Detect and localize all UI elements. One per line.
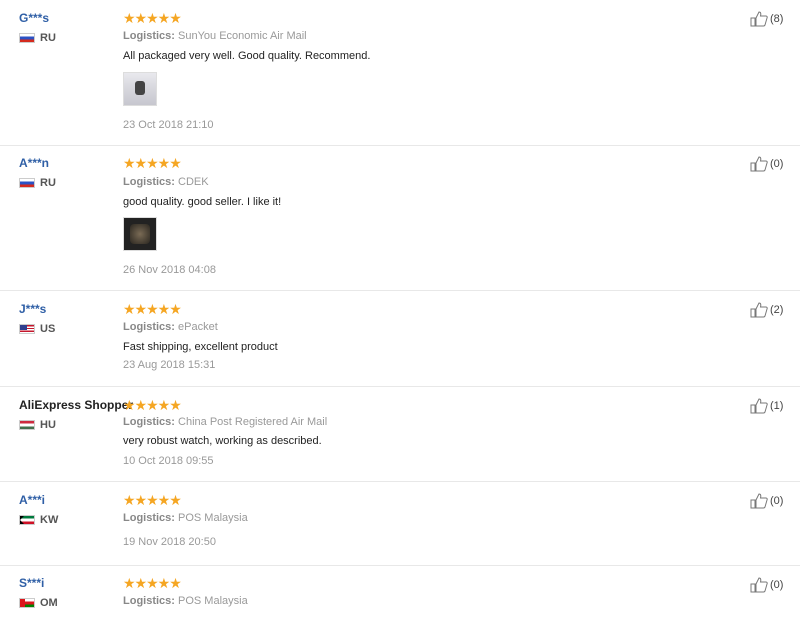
logistics-label: Logistics: <box>123 176 175 188</box>
thumbs-up-icon <box>750 577 768 593</box>
reviewer-country: HU <box>19 419 56 431</box>
reviewer-name[interactable]: G***s <box>19 11 49 25</box>
logistics-value: POS Malaysia <box>178 595 248 607</box>
rating-stars: ★★★★★ <box>123 397 182 413</box>
review-item: A***n RU ★★★★★ Logistics: CDEK good qual… <box>0 145 800 291</box>
review-date: 23 Aug 2018 15:31 <box>123 359 216 371</box>
logistics-label: Logistics: <box>123 416 175 428</box>
review-text: All packaged very well. Good quality. Re… <box>123 50 371 62</box>
review-date: 26 Nov 2018 04:08 <box>123 264 216 276</box>
reviewer-country: RU <box>19 177 56 189</box>
logistics-info: Logistics: SunYou Economic Air Mail <box>123 30 307 42</box>
country-code: RU <box>40 32 56 44</box>
reviewer-name[interactable]: S***i <box>19 576 44 590</box>
like-button[interactable]: (0) <box>750 156 783 172</box>
review-item: A***i KW ★★★★★ Logistics: POS Malaysia 1… <box>0 481 800 566</box>
review-item: J***s US ★★★★★ Logistics: ePacket Fast s… <box>0 290 800 387</box>
reviewer-name: AliExpress Shopper <box>19 398 134 412</box>
rating-stars: ★★★★★ <box>123 575 182 591</box>
country-code: KW <box>40 514 59 526</box>
like-count: (0) <box>770 579 784 591</box>
logistics-info: Logistics: POS Malaysia <box>123 595 248 607</box>
logistics-value: China Post Registered Air Mail <box>178 416 328 428</box>
logistics-label: Logistics: <box>123 595 175 607</box>
reviewer-country: OM <box>19 597 58 609</box>
logistics-label: Logistics: <box>123 321 175 333</box>
thumbs-up-icon <box>750 493 768 509</box>
country-code: RU <box>40 177 56 189</box>
review-date: 23 Oct 2018 21:10 <box>123 119 214 131</box>
logistics-value: SunYou Economic Air Mail <box>178 30 307 42</box>
reviewer-name[interactable]: J***s <box>19 302 46 316</box>
country-code: HU <box>40 419 56 431</box>
like-button[interactable]: (2) <box>750 302 783 318</box>
thumbs-up-icon <box>750 11 768 27</box>
reviewer-name[interactable]: A***n <box>19 156 49 170</box>
logistics-label: Logistics: <box>123 512 175 524</box>
review-date: 19 Nov 2018 20:50 <box>123 536 216 548</box>
logistics-info: Logistics: POS Malaysia <box>123 512 248 524</box>
review-text: good quality. good seller. I like it! <box>123 196 282 208</box>
logistics-info: Logistics: ePacket <box>123 321 218 333</box>
like-count: (0) <box>770 495 784 507</box>
like-button[interactable]: (0) <box>750 493 783 509</box>
thumbs-up-icon <box>750 302 768 318</box>
flag-ru-icon <box>19 178 35 188</box>
reviewer-country: RU <box>19 32 56 44</box>
logistics-value: ePacket <box>178 321 218 333</box>
like-count: (8) <box>770 13 784 25</box>
logistics-value: CDEK <box>178 176 209 188</box>
review-text: very robust watch, working as described. <box>123 435 322 447</box>
rating-stars: ★★★★★ <box>123 155 182 171</box>
flag-om-icon <box>19 598 35 608</box>
like-button[interactable]: (8) <box>750 11 783 27</box>
logistics-info: Logistics: CDEK <box>123 176 209 188</box>
reviewer-country: KW <box>19 514 58 526</box>
logistics-info: Logistics: China Post Registered Air Mai… <box>123 416 327 428</box>
thumbs-up-icon <box>750 156 768 172</box>
like-count: (2) <box>770 304 784 316</box>
review-item: S***i OM ★★★★★ Logistics: POS Malaysia (… <box>0 565 800 625</box>
review-text: Fast shipping, excellent product <box>123 341 278 353</box>
review-date: 10 Oct 2018 09:55 <box>123 455 214 467</box>
reviewer-country: US <box>19 323 55 335</box>
reviewer-name[interactable]: A***i <box>19 493 45 507</box>
review-photo-thumbnail[interactable] <box>123 72 157 106</box>
review-photo-thumbnail[interactable] <box>123 217 157 251</box>
flag-kw-icon <box>19 515 35 525</box>
logistics-value: POS Malaysia <box>178 512 248 524</box>
thumbs-up-icon <box>750 398 768 414</box>
flag-us-icon <box>19 324 35 334</box>
like-button[interactable]: (0) <box>750 577 783 593</box>
like-count: (1) <box>770 400 784 412</box>
rating-stars: ★★★★★ <box>123 492 182 508</box>
like-button[interactable]: (1) <box>750 398 783 414</box>
country-code: OM <box>40 597 58 609</box>
review-item: G***s RU ★★★★★ Logistics: SunYou Economi… <box>0 0 800 146</box>
country-code: US <box>40 323 56 335</box>
flag-ru-icon <box>19 33 35 43</box>
rating-stars: ★★★★★ <box>123 10 182 26</box>
review-item: AliExpress Shopper HU ★★★★★ Logistics: C… <box>0 386 800 482</box>
logistics-label: Logistics: <box>123 30 175 42</box>
rating-stars: ★★★★★ <box>123 301 182 317</box>
like-count: (0) <box>770 158 784 170</box>
flag-hu-icon <box>19 420 35 430</box>
